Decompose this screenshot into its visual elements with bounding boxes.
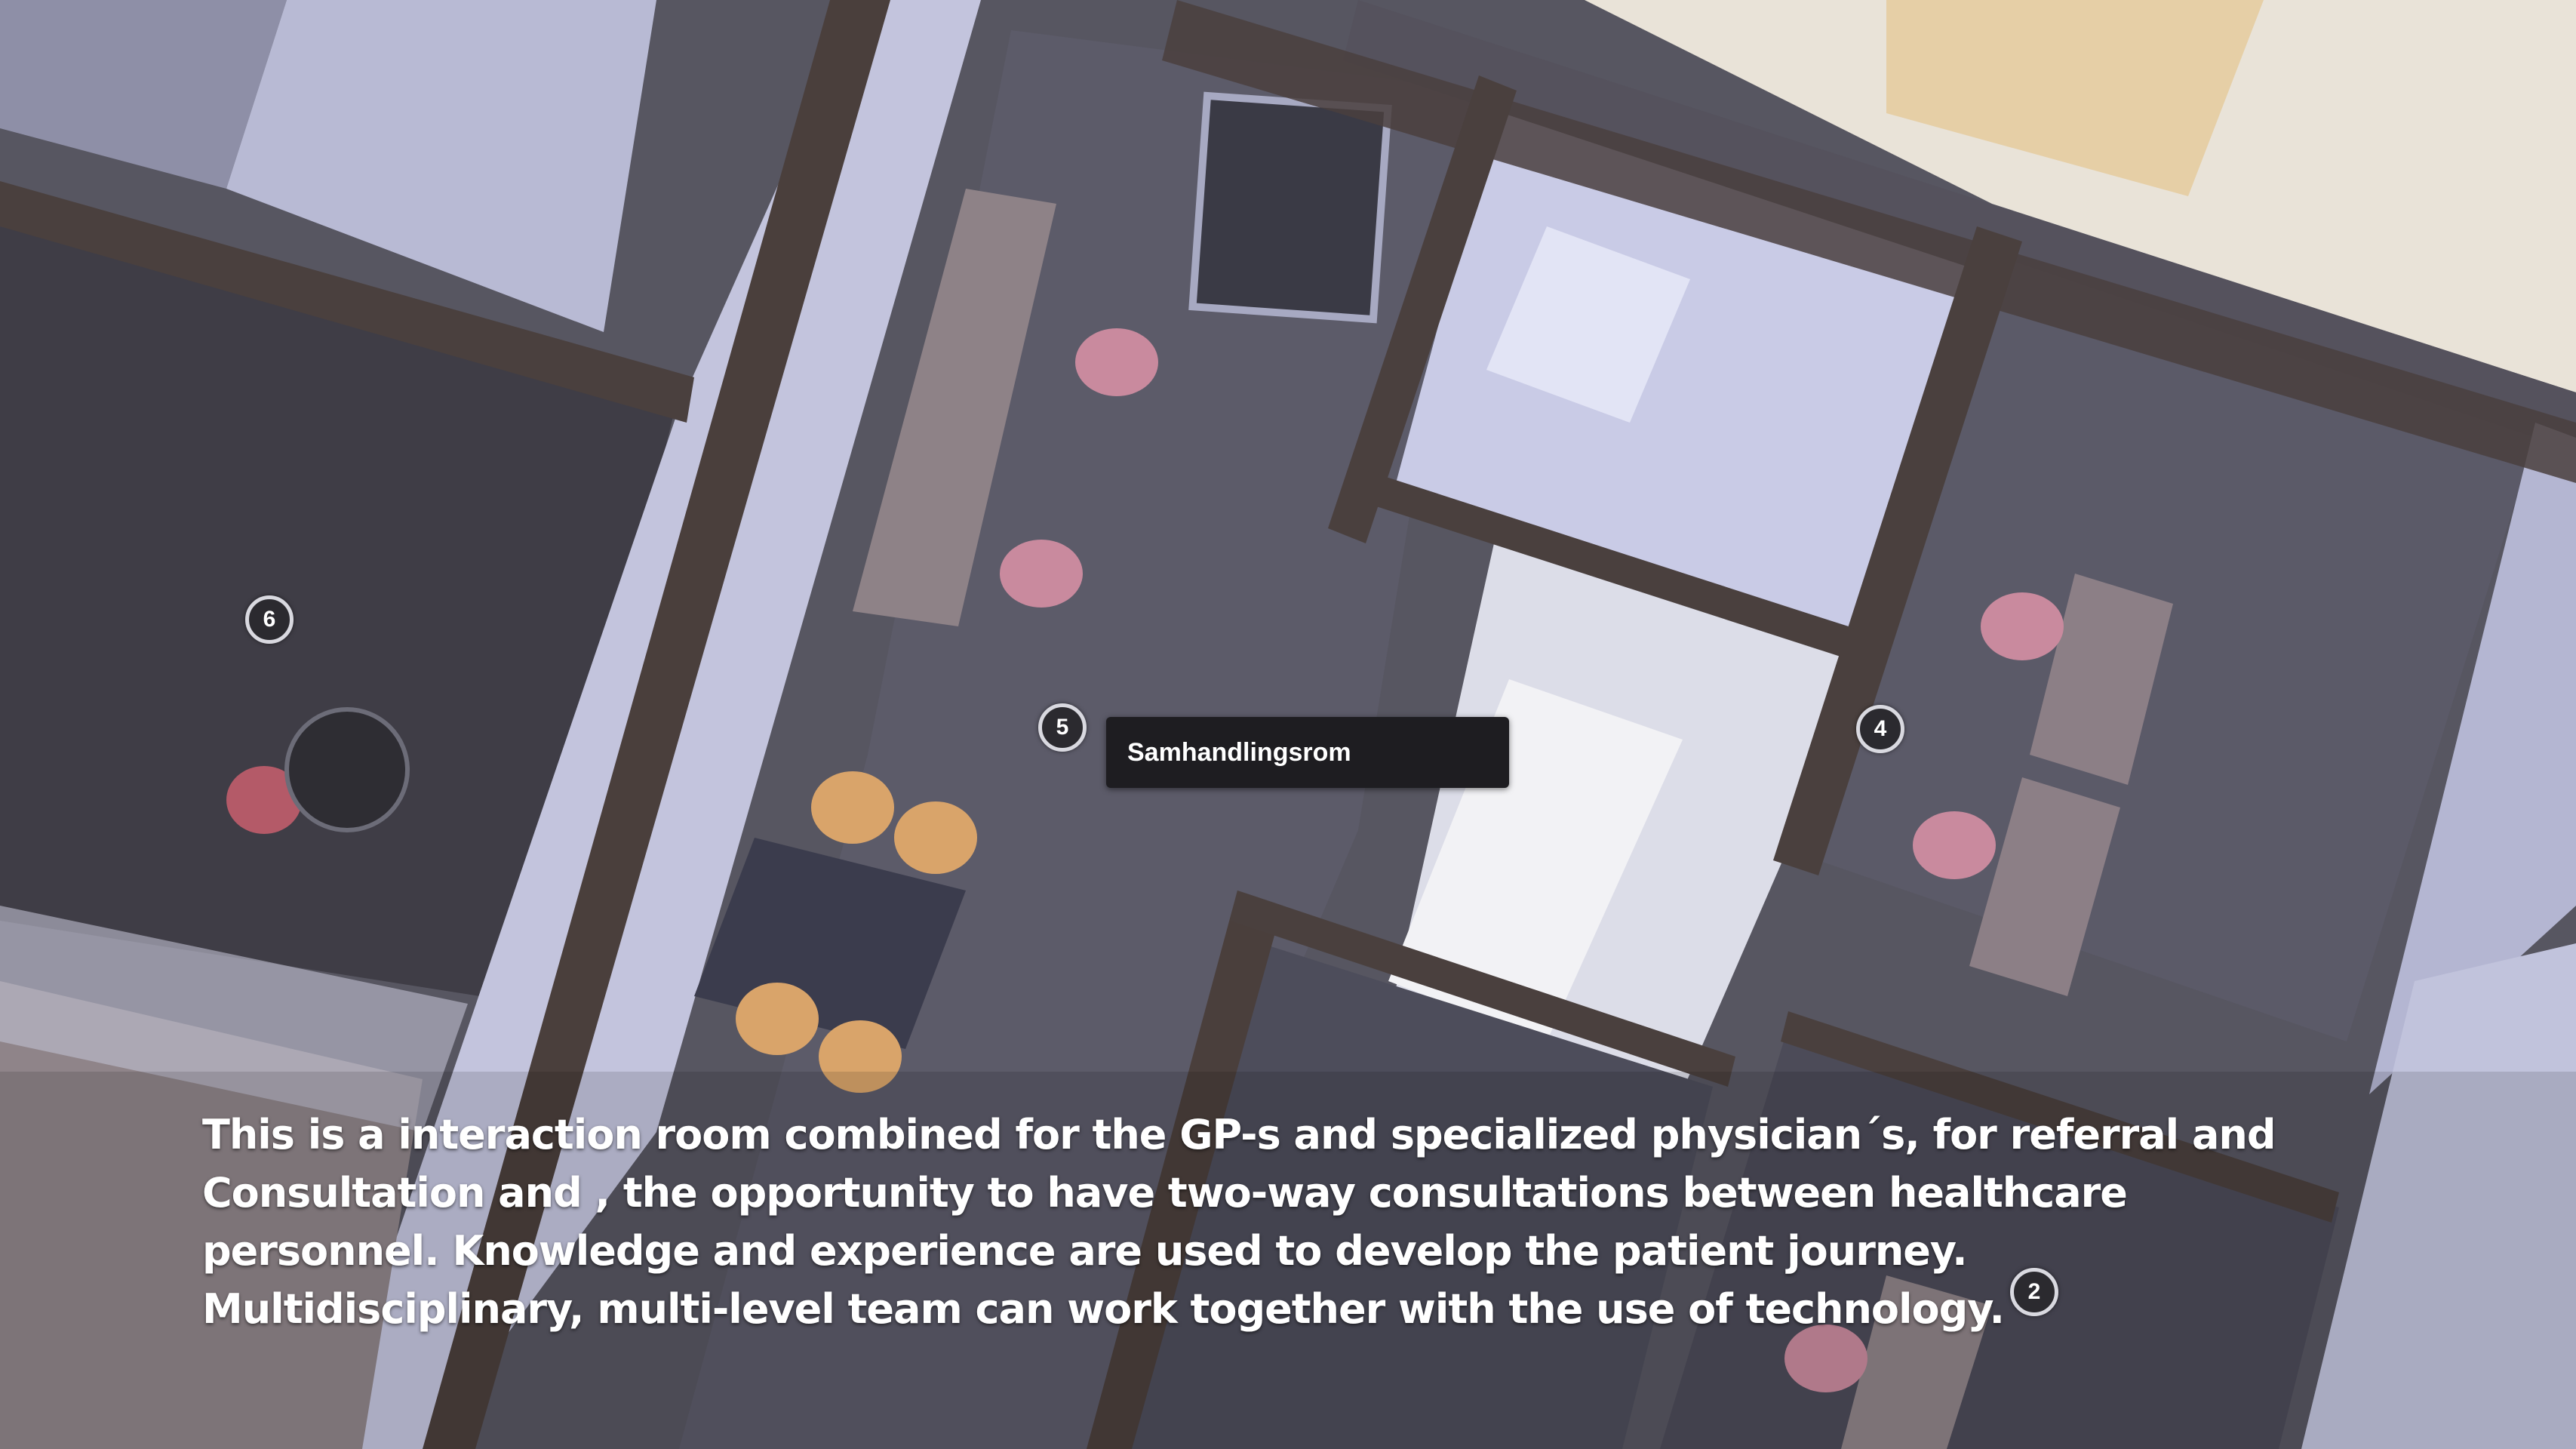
chair-pink-2 (1000, 540, 1083, 608)
floorplan-viewer[interactable]: 6 5 4 2 Samhandlingsrom This is a intera… (0, 0, 2576, 1449)
room-tooltip: Samhandlingsrom (1106, 717, 1509, 788)
chair-pink-3 (1981, 592, 2064, 660)
chair-wood-3 (736, 983, 819, 1055)
chair-wood-1 (811, 771, 894, 844)
caption-line-3: personnel. Knowledge and experience are … (202, 1227, 1968, 1275)
caption-line-1: This is a interaction room combined for … (202, 1111, 2276, 1158)
door-top (1188, 91, 1392, 324)
room-marker-5[interactable]: 5 (1038, 703, 1087, 752)
chair-pink-1 (1075, 328, 1158, 396)
room-marker-4[interactable]: 4 (1856, 705, 1904, 753)
chair-pink-4 (1913, 811, 1996, 879)
caption-line-2: Consultation and , the opportunity to ha… (202, 1169, 2128, 1217)
room-marker-6[interactable]: 6 (245, 595, 294, 644)
description-caption: This is a interaction room combined for … (202, 1106, 2276, 1338)
equipment-left (284, 707, 410, 832)
chair-wood-2 (894, 801, 977, 874)
caption-line-4: Multidisciplinary, multi-level team can … (202, 1285, 2005, 1333)
